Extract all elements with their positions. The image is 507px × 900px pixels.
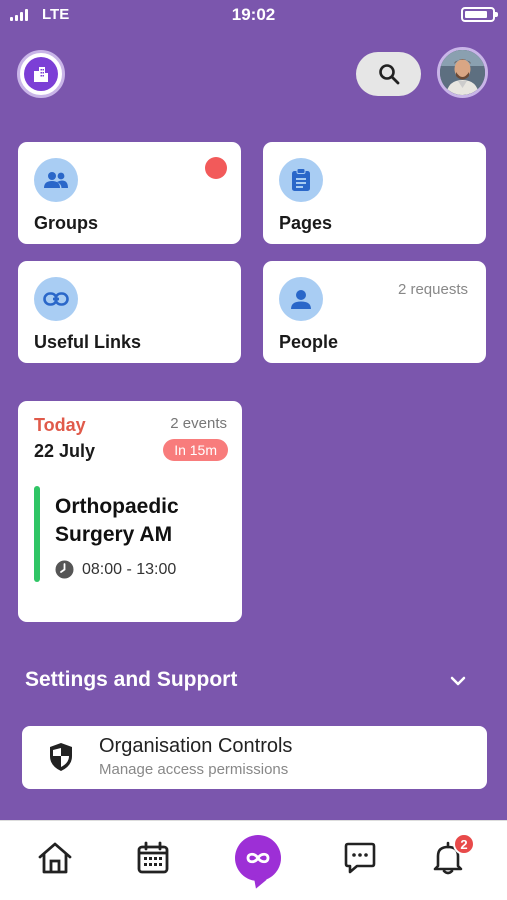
pages-label: Pages (279, 213, 333, 233)
organisation-controls-item[interactable]: Organisation Controls Manage access perm… (22, 726, 487, 789)
calendar-card[interactable]: Today 2 events 22 July In 15m Orthopaedi… (18, 401, 242, 622)
organisation-controls-title: Organisation Controls (99, 735, 293, 757)
nav-messages[interactable] (340, 838, 380, 878)
requests-count: 2 requests (397, 281, 468, 298)
event-color-bar (34, 486, 40, 582)
organisation-logo-button[interactable] (17, 50, 65, 98)
people-label: People (279, 332, 339, 352)
organisation-controls-subtitle: Manage access permissions (99, 761, 289, 778)
useful-links-label: Useful Links (34, 332, 142, 352)
countdown-badge: In 15m (163, 439, 228, 461)
events-count: 2 events (170, 415, 227, 432)
building-icon (24, 57, 58, 91)
clock-icon (55, 560, 74, 579)
link-icon (34, 277, 78, 321)
day-label: Today (34, 415, 86, 435)
groups-label: Groups (34, 213, 99, 233)
status-time: 19:02 (231, 5, 276, 24)
event-time: 08:00 - 13:00 (82, 560, 177, 578)
chat-icon (344, 842, 376, 874)
groups-tile[interactable]: Groups (18, 142, 241, 244)
settings-section-title[interactable]: Settings and Support (25, 668, 237, 692)
useful-links-tile[interactable]: Useful Links (18, 261, 241, 363)
home-icon (38, 842, 72, 874)
profile-avatar[interactable] (437, 47, 488, 98)
bottom-navigation (0, 820, 507, 900)
calendar-icon (137, 841, 169, 874)
battery-icon (461, 7, 498, 22)
nav-calendar[interactable] (133, 838, 173, 878)
shield-icon (50, 743, 72, 771)
person-icon (279, 277, 323, 321)
calendar-date: 22 July (34, 441, 96, 461)
unread-indicator (205, 157, 227, 179)
search-icon (378, 64, 399, 85)
people-tile[interactable]: 2 requests People (263, 261, 486, 363)
search-button[interactable] (356, 52, 421, 96)
event-time-row: 08:00 - 13:00 (55, 560, 176, 579)
group-icon (34, 158, 78, 202)
chevron-down-icon[interactable] (445, 668, 471, 694)
notification-count-badge: 2 (453, 833, 475, 855)
infinity-icon (246, 852, 270, 864)
nav-home[interactable] (35, 838, 75, 878)
nav-app-center-button[interactable] (235, 835, 281, 881)
pages-tile[interactable]: Pages (263, 142, 486, 244)
event-title[interactable]: Orthopaedic Surgery AM (55, 493, 235, 549)
status-bar: LTE 19:02 (0, 0, 507, 30)
document-icon (279, 158, 323, 202)
profile-photo (440, 50, 485, 95)
